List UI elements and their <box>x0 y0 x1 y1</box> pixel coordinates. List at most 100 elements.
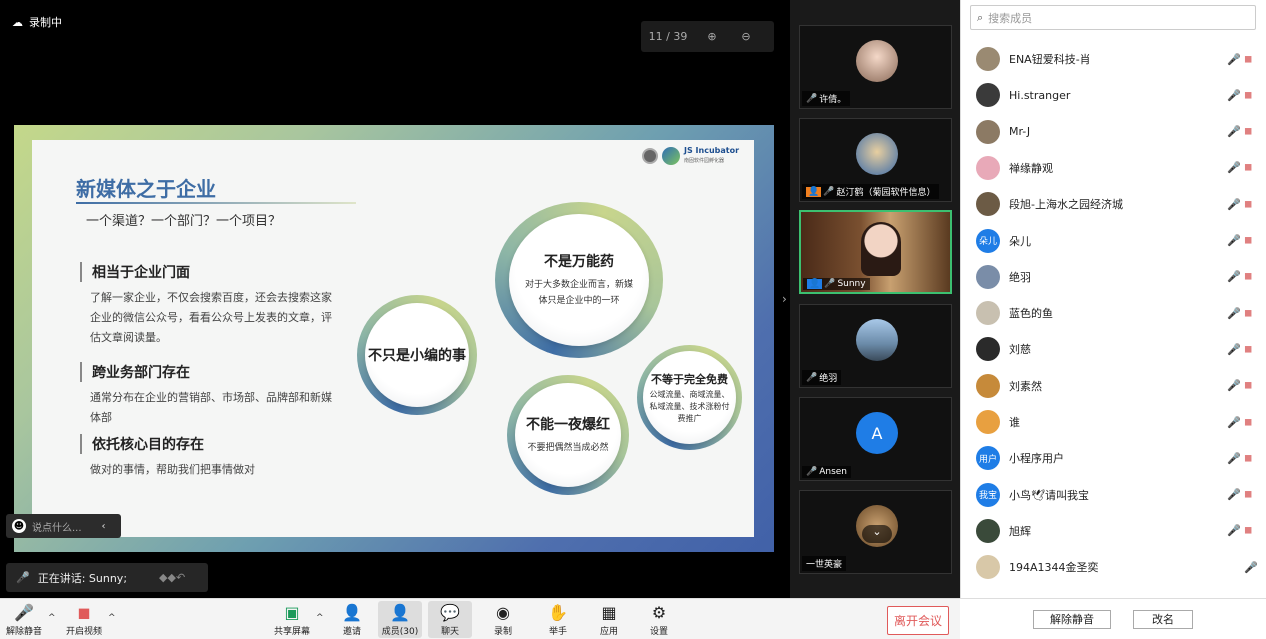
video-tile[interactable]: A 🎤 Ansen <box>799 397 952 481</box>
video-off-icon[interactable]: ◼ <box>1244 199 1252 210</box>
muted-mic-icon[interactable]: 🎤 <box>1227 379 1241 392</box>
muted-mic-icon[interactable]: 🎤 <box>1227 452 1241 465</box>
settings-button[interactable]: ⚙ 设置 <box>637 601 681 638</box>
muted-mic-icon[interactable]: 🎤 <box>1227 416 1241 429</box>
section-storefront: 相当于企业门面 了解一家企业，不仅会搜索百度，还会去搜索这家企业的微信公众号，看… <box>80 262 340 348</box>
video-tile[interactable]: ⌄ 一世英豪 <box>799 490 952 574</box>
video-off-icon[interactable]: ◼ <box>1244 308 1252 319</box>
video-off-icon[interactable]: ◼ <box>1244 126 1252 137</box>
mic-icon: 🎤 <box>824 279 836 289</box>
zoom-in-icon[interactable]: ⊕ <box>695 30 729 43</box>
member-row[interactable]: 刘慈 🎤 ◼ <box>961 331 1266 367</box>
raise-hand-button[interactable]: ✋ 举手 <box>536 601 580 638</box>
member-row[interactable]: 朵儿 朵儿 🎤 ◼ <box>961 223 1266 259</box>
video-off-icon[interactable]: ◼ <box>1244 90 1252 101</box>
muted-mic-icon[interactable]: 🎤 <box>1227 53 1241 66</box>
video-tile[interactable]: 🎤 许倩。 <box>799 25 952 109</box>
member-row[interactable]: 段旭-上海水之园经济城 🎤 ◼ <box>961 186 1266 222</box>
member-name: Mr-J <box>1009 125 1031 139</box>
muted-mic-icon[interactable]: 🎤 <box>1227 270 1241 283</box>
member-row[interactable]: 194A1344金圣奕 🎤 <box>961 549 1266 585</box>
video-off-icon[interactable]: ◼ <box>1244 54 1252 65</box>
video-off-icon[interactable]: ◼ <box>1244 453 1252 464</box>
unmute-button[interactable]: 🎤 解除静音 <box>2 601 46 638</box>
members-button[interactable]: 👤 成员(30) <box>378 601 422 638</box>
video-off-icon[interactable]: ◼ <box>1244 489 1252 500</box>
logo-text: JS Incubator <box>684 146 740 155</box>
start-video-button[interactable]: ◼ 开启视频 <box>62 601 106 638</box>
muted-mic-icon[interactable]: 🎤 <box>1227 524 1241 537</box>
video-tile[interactable]: 🎤 绝羽 <box>799 304 952 388</box>
collapse-chevron-icon[interactable]: ‹ <box>102 521 106 532</box>
member-search-input[interactable]: ⌕ 搜索成员 <box>970 5 1256 30</box>
member-row[interactable]: 我宝 小鸟🕊请叫我宝 🎤 ◼ <box>961 477 1266 513</box>
avatar <box>976 83 1000 108</box>
participant-name: Sunny <box>837 279 866 289</box>
avatar: 用户 <box>976 446 1000 471</box>
record-icon: ◉ <box>496 603 510 622</box>
avatar <box>976 373 1000 398</box>
video-off-icon[interactable]: ◼ <box>1244 235 1252 246</box>
member-row[interactable]: Mr-J 🎤 ◼ <box>961 114 1266 150</box>
muted-mic-icon[interactable]: 🎤 <box>1227 307 1241 320</box>
muted-mic-icon[interactable]: 🎤 <box>1227 343 1241 356</box>
video-off-icon[interactable]: ◼ <box>1244 271 1252 282</box>
leave-meeting-button[interactable]: 离开会议 <box>887 606 949 635</box>
member-row[interactable]: 刘素然 🎤 ◼ <box>961 368 1266 404</box>
video-off-icon[interactable]: ◼ <box>1244 380 1252 391</box>
muted-mic-icon[interactable]: 🎤 <box>1227 198 1241 211</box>
avatar: A <box>856 412 898 454</box>
muted-mic-icon[interactable]: 🎤 <box>1227 234 1241 247</box>
video-off-icon[interactable]: ◼ <box>1244 162 1252 173</box>
video-off-icon[interactable]: ◼ <box>1244 417 1252 428</box>
chat-quick-input[interactable]: ☻ 说点什么... ‹ <box>6 514 121 538</box>
video-off-icon[interactable]: ◼ <box>1244 344 1252 355</box>
meeting-toolbar: 🎤 解除静音 ^ ◼ 开启视频 ^ ▣ 共享屏幕 ^ 👤 邀请 👤 成员(30) 💬 聊天 … <box>0 598 960 639</box>
unmute-all-button[interactable]: 解除静音 <box>1033 609 1111 629</box>
chat-button[interactable]: 💬 聊天 <box>428 601 472 638</box>
member-row[interactable]: 谁 🎤 ◼ <box>961 404 1266 440</box>
seal-logo-icon <box>642 148 658 164</box>
apps-button[interactable]: ▦ 应用 <box>587 601 631 638</box>
zoom-out-icon[interactable]: ⊖ <box>729 30 763 43</box>
slide-title: 新媒体之于企业 <box>76 177 216 201</box>
slide-canvas: JS Incubator 南固软件园孵化器 新媒体之于企业 一个渠道？一个部门？一… <box>32 140 754 537</box>
member-row[interactable]: 用户 小程序用户 🎤 ◼ <box>961 440 1266 476</box>
search-placeholder: 搜索成员 <box>988 11 1033 25</box>
circle-bottom-text: 不要把偶然当成必然 <box>527 443 609 453</box>
audio-options-chevron-icon[interactable]: ^ <box>48 613 56 623</box>
video-tile-active[interactable]: 👤 🎤 Sunny <box>799 210 952 294</box>
member-row[interactable]: Hi.stranger 🎤 ◼ <box>961 77 1266 113</box>
video-options-chevron-icon[interactable]: ^ <box>108 613 116 623</box>
emoji-icon[interactable]: ☻ <box>12 519 26 533</box>
participant-name: 绝羽 <box>819 374 838 384</box>
member-name: 旭辉 <box>1009 524 1031 538</box>
rename-button[interactable]: 改名 <box>1133 609 1193 629</box>
share-screen-button[interactable]: ▣ 共享屏幕 <box>270 601 314 638</box>
member-row[interactable]: 绝羽 🎤 ◼ <box>961 259 1266 295</box>
muted-mic-icon[interactable]: 🎤 <box>1227 488 1241 501</box>
muted-mic-icon[interactable]: 🎤 <box>1244 561 1258 574</box>
circle-top-ring: 不是万能药 对于大多数企业而言，新媒体只是企业中的一环 <box>495 202 663 358</box>
muted-mic-icon[interactable]: 🎤 <box>1227 161 1241 174</box>
invite-button[interactable]: 👤 邀请 <box>330 601 374 638</box>
section-core-purpose: 依托核心目的存在 做对的事情，帮助我们把事情做对 <box>80 434 340 480</box>
member-row[interactable]: 旭辉 🎤 ◼ <box>961 513 1266 549</box>
member-row[interactable]: 禅缘静观 🎤 ◼ <box>961 150 1266 186</box>
circle-right-text: 公域流量、商域流量、私域流量、技术涨粉付费推广 <box>649 389 730 423</box>
speaker-video <box>861 222 901 276</box>
expand-chevron-icon[interactable]: › <box>782 292 787 306</box>
muted-mic-icon[interactable]: 🎤 <box>1227 89 1241 102</box>
avatar <box>976 47 1000 71</box>
section-body: 了解一家企业，不仅会搜索百度，还会去搜索这家企业的微信公众号，看看公众号上发表的… <box>90 291 332 344</box>
member-row[interactable]: 蓝色的鱼 🎤 ◼ <box>961 295 1266 331</box>
section-body: 做对的事情，帮助我们把事情做对 <box>90 463 255 476</box>
member-row[interactable]: ENA钮爱科技-肖 🎤 ◼ <box>961 41 1266 77</box>
hand-label: 举手 <box>548 627 567 637</box>
record-button[interactable]: ◉ 录制 <box>481 601 525 638</box>
scroll-down-icon[interactable]: ⌄ <box>862 525 892 543</box>
video-tile[interactable]: 👤 🎤 赵汀鹤（菊园软件信息） <box>799 118 952 202</box>
share-options-chevron-icon[interactable]: ^ <box>316 613 324 623</box>
video-off-icon[interactable]: ◼ <box>1244 525 1252 536</box>
muted-mic-icon[interactable]: 🎤 <box>1227 125 1241 138</box>
